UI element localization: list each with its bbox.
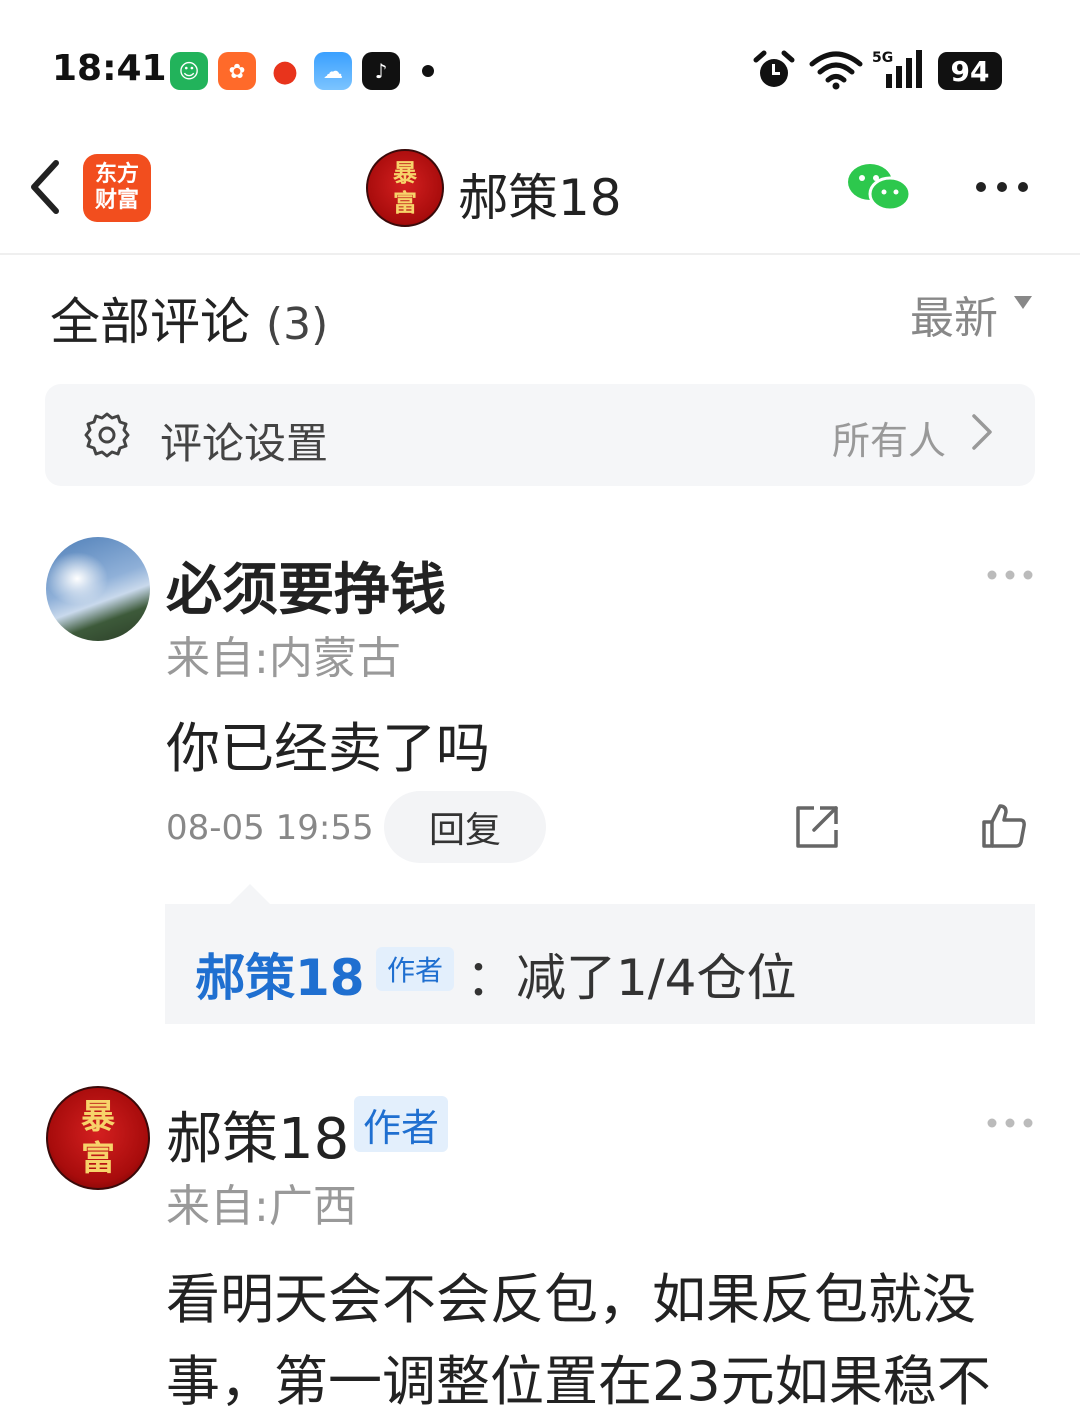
comments-title: 全部评论 (3) <box>50 282 328 354</box>
author-tag: 作者 <box>376 947 454 991</box>
reply-pointer <box>230 884 270 904</box>
avatar-char-2: 富 <box>393 189 417 217</box>
header-divider <box>0 253 1080 255</box>
reply-text: ：减了1/4仓位 <box>466 949 797 1007</box>
header-avatar[interactable]: 暴 富 <box>366 149 444 227</box>
share-icon[interactable] <box>794 804 840 850</box>
comment-settings-value: 所有人 <box>832 419 947 463</box>
sort-dropdown[interactable]: 最新 <box>910 282 998 346</box>
author-tag: 作者 <box>354 1096 448 1152</box>
reply-button[interactable]: 回复 <box>384 791 546 863</box>
author-avatar-char-2: 富 <box>81 1139 115 1179</box>
gear-icon <box>84 412 130 458</box>
comment-username[interactable]: 郝策18 <box>166 1094 349 1175</box>
comment-more-icon[interactable] <box>986 1116 1034 1130</box>
comments-title-label: 全部评论 <box>50 293 250 351</box>
comment-more-icon[interactable] <box>986 568 1034 582</box>
app-orange-icon: ✿ <box>218 52 256 90</box>
reply-author[interactable]: 郝策18 <box>195 938 365 1010</box>
weather-icon: ☁ <box>314 52 352 90</box>
comment-timestamp: 08-05 19:55 <box>166 808 374 848</box>
comments-count: (3) <box>265 299 329 350</box>
brand-logo-line2: 财富 <box>94 188 139 213</box>
alarm-icon <box>753 50 795 87</box>
comment-settings-label: 评论设置 <box>160 419 329 468</box>
header-username[interactable]: 郝策18 <box>458 158 622 230</box>
app-red-icon: ● <box>266 52 304 90</box>
wifi-icon <box>809 51 863 90</box>
app-green-icon: ☺ <box>170 52 208 90</box>
author-avatar-char-1: 暴 <box>81 1097 115 1137</box>
author-avatar[interactable]: 暴 富 <box>46 1086 150 1190</box>
tiktok-icon: ♪ <box>362 52 400 90</box>
comment-username[interactable]: 必须要挣钱 <box>166 545 446 626</box>
user-avatar[interactable] <box>46 537 150 641</box>
status-time: 18:41 <box>52 48 167 89</box>
comment-text: 你已经卖了吗 <box>166 717 490 780</box>
brand-logo-line1: 东方 <box>94 162 139 187</box>
caret-down-icon[interactable] <box>1014 296 1032 309</box>
chevron-right-icon <box>972 414 992 450</box>
svg-text:5G: 5G <box>872 50 893 66</box>
signal-5g-icon: 5G <box>872 50 922 88</box>
comment-text-line-2: 事，第一调整位置在23元如果稳不 <box>166 1350 991 1413</box>
wechat-icon[interactable] <box>846 160 912 214</box>
like-icon[interactable] <box>980 802 1028 850</box>
more-options-icon[interactable] <box>974 175 1030 199</box>
comment-location: 来自:内蒙古 <box>166 633 401 684</box>
comment-text-line-1: 看明天会不会反包，如果反包就没 <box>166 1268 976 1331</box>
back-icon[interactable] <box>22 155 72 219</box>
brand-logo[interactable]: 东方 财富 <box>83 154 151 222</box>
comment-location: 来自:广西 <box>166 1181 357 1232</box>
avatar-char-1: 暴 <box>393 159 417 187</box>
battery-indicator: 94 <box>938 52 1002 90</box>
notification-dot-icon <box>422 65 434 77</box>
